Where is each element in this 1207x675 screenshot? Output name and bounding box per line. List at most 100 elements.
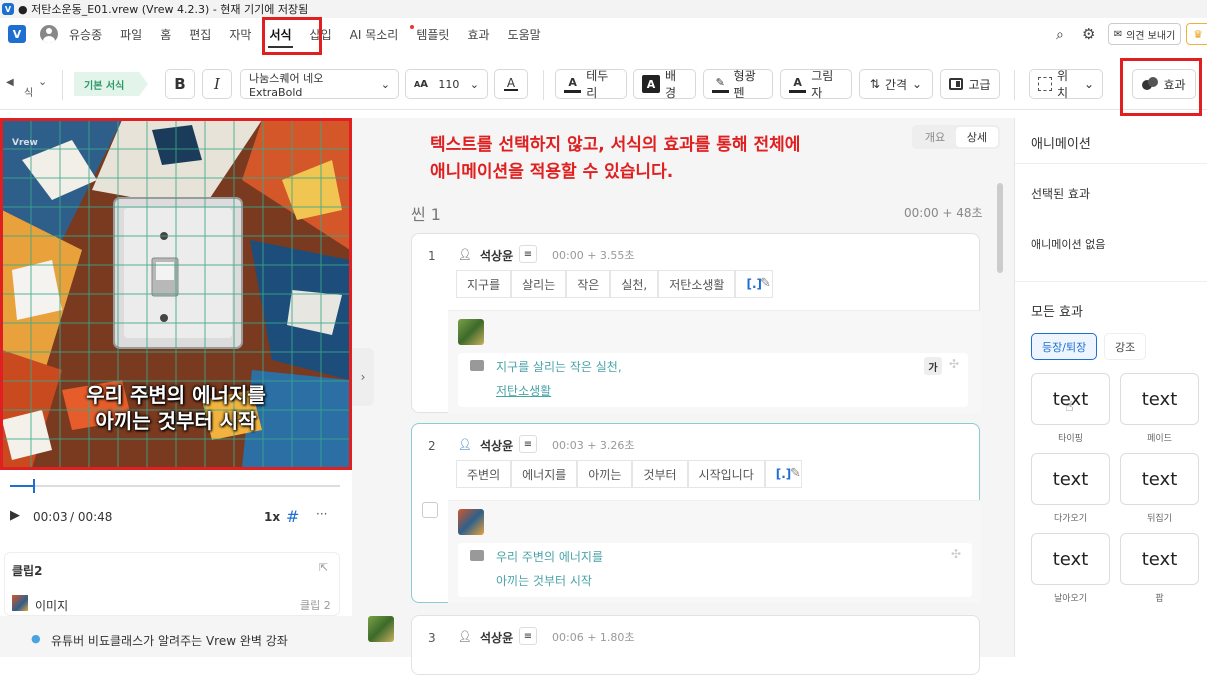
voice-settings-icon[interactable]: ≡ (519, 627, 537, 645)
menu-effects[interactable]: 효과 (458, 22, 498, 46)
scroll-left-icon[interactable]: ◀ (6, 77, 14, 88)
text-background-icon: A (642, 75, 660, 93)
chevron-down-icon: ⌄ (380, 77, 390, 91)
word-chip[interactable]: 실천, (610, 270, 659, 298)
chevron-down-icon[interactable]: ⌄ (38, 75, 47, 88)
style-badge[interactable]: 가 (924, 357, 942, 375)
more-options-icon[interactable]: ··· (316, 507, 327, 521)
effect-fly-in-label: 날아오기 (1053, 594, 1088, 604)
effect-flip-label: 뒤집기 (1147, 514, 1172, 524)
edit-pencil-icon[interactable]: ✎ (790, 466, 801, 481)
mail-icon: ✉ (1113, 28, 1123, 40)
scrollbar-thumb[interactable] (997, 183, 1003, 273)
subtitle-box[interactable]: 우리 주변의 에너지를 아끼는 것부터 시작 ✣ (458, 543, 972, 597)
menu-help[interactable]: 도움말 (499, 22, 550, 46)
crown-icon[interactable]: ♛ (1186, 23, 1207, 45)
user-avatar-icon[interactable] (40, 25, 58, 43)
external-link-icon[interactable]: ⇱ (319, 561, 328, 574)
promo-bar[interactable]: ● 유튜버 비됴클래스가 알려주는 Vrew 완벽 강좌 (0, 616, 352, 657)
menu-insert[interactable]: 삽입 (301, 22, 341, 46)
scene-time: 00:00 + 48초 (904, 206, 983, 220)
menu-template[interactable]: 템플릿 (407, 22, 458, 46)
collapse-chevron-icon[interactable]: › (352, 348, 374, 406)
voice-settings-icon[interactable]: ≡ (519, 435, 537, 453)
word-chip[interactable]: 주변의 (456, 460, 512, 488)
speaker-name[interactable]: 석상윤 (480, 629, 513, 646)
position-select[interactable]: 위치 ⌄ (1029, 69, 1103, 100)
effect-approach-card[interactable]: text (1031, 453, 1110, 505)
settings-gear-icon[interactable]: ⚙ (1082, 25, 1095, 43)
tab-enter-exit[interactable]: 등장/퇴장 (1031, 333, 1098, 360)
font-family-select[interactable]: 나눔스퀘어 네오 ExtraBold ⌄ (240, 69, 399, 99)
font-size-select[interactable]: AA 110 ⌄ (405, 69, 488, 99)
clip-image-thumbnail[interactable] (458, 509, 484, 535)
play-icon[interactable]: ▶ (10, 508, 20, 523)
word-chip[interactable]: 것부터 (632, 460, 688, 488)
subtitle-box[interactable]: 지구를 살리는 작은 실천, 저탄소생활 가 ✣ (458, 353, 968, 407)
total-time: / 00:48 (70, 510, 113, 524)
tab-overview[interactable]: 개요 (914, 127, 956, 147)
clip-card-2[interactable]: 2 👤︎ 석상윤 ≡ 00:03 + 3.26초 주변의 에너지를 아끼는 것부… (411, 423, 981, 603)
menu-template-label: 템플릿 (416, 27, 450, 42)
bold-button[interactable]: B (165, 69, 195, 99)
background-button[interactable]: A 배경 (633, 69, 696, 100)
menu-edit[interactable]: 편집 (180, 22, 220, 46)
menu-file[interactable]: 파일 (111, 22, 151, 46)
menu-ai-voice[interactable]: AI 목소리 (341, 22, 408, 46)
menu-home[interactable]: 홈 (151, 22, 180, 46)
spacing-select[interactable]: ⇅ 간격 ⌄ (859, 69, 933, 99)
word-chip[interactable]: 에너지를 (511, 460, 578, 488)
menu-subtitle[interactable]: 자막 (220, 22, 260, 46)
preset-style-label: 기본 서식 (84, 80, 125, 92)
menu-format[interactable]: 서식 (260, 22, 300, 48)
effect-pop-card[interactable]: text (1120, 533, 1199, 585)
word-chip[interactable]: 시작입니다 (687, 460, 765, 488)
voice-settings-icon[interactable]: ≡ (519, 245, 537, 263)
seek-thumb[interactable] (33, 479, 36, 493)
tab-emphasis[interactable]: 강조 (1104, 333, 1147, 360)
grid-icon[interactable]: # (286, 507, 299, 526)
word-chip[interactable]: 아끼는 (577, 460, 633, 488)
clip-checkbox[interactable] (422, 502, 438, 518)
word-chip[interactable]: 지구를 (456, 270, 512, 298)
effect-label: 효과 (1163, 77, 1186, 92)
font-family-value: 나눔스퀘어 네오 ExtraBold (249, 71, 324, 99)
feedback-button[interactable]: ✉ 의견 보내기 (1108, 23, 1181, 45)
subtitle-line1: 우리 주변의 에너지를 (496, 550, 603, 564)
seek-bar[interactable] (10, 485, 340, 487)
shadow-button[interactable]: A 그림자 (780, 69, 852, 100)
clip-image-thumbnail[interactable] (458, 319, 484, 345)
word-chip[interactable]: 살리는 (511, 270, 567, 298)
advanced-button[interactable]: 고급 (940, 69, 1000, 99)
clip-image-thumbnail[interactable] (368, 616, 394, 642)
italic-button[interactable]: I (202, 69, 232, 99)
clip-card-3[interactable]: 3 👤︎ 석상윤 ≡ 00:06 + 1.80초 (411, 615, 980, 675)
highlighter-button[interactable]: ✎ 형광펜 (703, 69, 773, 100)
effect-fade-card[interactable]: text (1120, 373, 1199, 425)
speaker-name[interactable]: 석상윤 (480, 247, 513, 264)
effect-typing-label: 타이핑 (1058, 434, 1083, 444)
menu-user[interactable]: 유승종 (60, 22, 111, 46)
clip-info-title: 클립2 (12, 564, 43, 578)
selected-effect-value: 애니메이션 없음 (1031, 238, 1106, 251)
font-color-button[interactable]: A (494, 69, 528, 99)
subtitle-icon (470, 550, 484, 561)
playback-speed[interactable]: 1x (264, 510, 280, 524)
effect-button[interactable]: 효과 (1132, 69, 1196, 99)
speaker-name[interactable]: 석상윤 (480, 437, 513, 454)
word-chip[interactable]: 저탄소생활 (658, 270, 736, 298)
word-chip[interactable]: 작은 (566, 270, 611, 298)
animation-puzzle-icon[interactable]: ✣ (951, 547, 961, 561)
video-preview[interactable]: Vrew 우리 주변의 에너지를 아끼는 것부터 시작 (2, 120, 350, 468)
edit-pencil-icon[interactable]: ✎ (760, 276, 771, 291)
app-logo-icon[interactable]: V (8, 25, 26, 43)
tab-detail[interactable]: 상세 (956, 127, 998, 147)
effect-fly-in-card[interactable]: text (1031, 533, 1110, 585)
preset-style-tag[interactable]: 기본 서식 (74, 72, 148, 96)
animation-puzzle-icon[interactable]: ✣ (949, 357, 959, 371)
toolbar-left-cut-label: 식 (24, 88, 34, 99)
search-icon[interactable]: ⌕ (1056, 27, 1064, 43)
effect-flip-card[interactable]: text (1120, 453, 1199, 505)
border-button[interactable]: A 테두리 (555, 69, 627, 100)
clip-card-1[interactable]: 1 👤︎ 석상윤 ≡ 00:00 + 3.55초 지구를 살리는 작은 실천, … (411, 233, 981, 413)
